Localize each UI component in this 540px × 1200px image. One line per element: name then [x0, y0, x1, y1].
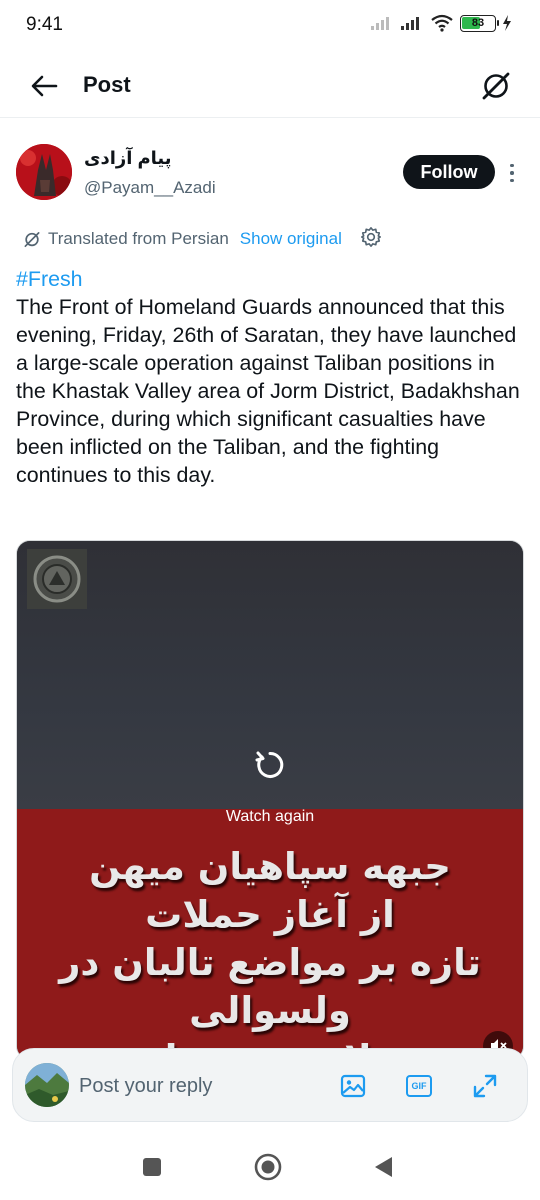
- gif-icon: GIF: [406, 1075, 432, 1097]
- translate-icon: [24, 232, 40, 248]
- status-icons: 83: [370, 14, 512, 32]
- top-app-bar: Post: [0, 52, 540, 118]
- add-gif-button[interactable]: GIF: [405, 1072, 433, 1100]
- grok-button[interactable]: [478, 67, 514, 103]
- recents-button[interactable]: [137, 1152, 167, 1182]
- expand-icon: [473, 1074, 497, 1098]
- display-name[interactable]: پیام آزادی: [84, 148, 172, 169]
- video-caption-line: جبهه سپاهیان میهن: [89, 845, 451, 888]
- home-circle-icon: [254, 1153, 282, 1181]
- signal-icon: [401, 17, 419, 30]
- video-logo: [27, 549, 87, 609]
- add-image-button[interactable]: [339, 1072, 367, 1100]
- reply-input[interactable]: [79, 1075, 309, 1098]
- more-vertical-icon: [510, 163, 514, 168]
- replay-button[interactable]: [253, 748, 287, 782]
- post-body-text: The Front of Homeland Guards announced t…: [16, 295, 520, 487]
- back-triangle-icon: [375, 1157, 392, 1177]
- show-original-link[interactable]: Show original: [240, 229, 342, 249]
- post-author: پیام آزادی @Payam__Azadi Follow: [0, 128, 540, 218]
- grok-icon: [482, 72, 510, 100]
- video-caption-line: از آغاز حملات: [145, 893, 395, 936]
- status-bar: 9:41 83: [0, 0, 540, 52]
- translation-row: Translated from Persian Show original: [22, 226, 382, 252]
- hashtag-link[interactable]: #Fresh: [16, 265, 524, 293]
- watch-again-label[interactable]: Watch again: [17, 808, 523, 826]
- reply-composer: GIF: [12, 1048, 528, 1122]
- avatar-image: [16, 144, 72, 200]
- video-caption-overlay: جبهه سپاهیان میهن از آغاز حملات تازه بر …: [17, 843, 523, 1059]
- signal-icon: [371, 17, 389, 30]
- follow-button[interactable]: Follow: [403, 155, 495, 189]
- charging-icon: [503, 15, 511, 31]
- image-icon: [340, 1074, 366, 1098]
- home-button[interactable]: [253, 1152, 283, 1182]
- back-button[interactable]: [26, 68, 62, 104]
- avatar[interactable]: [25, 1063, 69, 1107]
- more-options-button[interactable]: [502, 158, 522, 188]
- recents-square-icon: [143, 1158, 161, 1176]
- arrow-left-icon: [31, 75, 58, 97]
- replay-icon: [255, 751, 284, 778]
- battery-level: 83: [471, 17, 485, 29]
- avatar[interactable]: [16, 144, 72, 200]
- translated-label: Translated from Persian: [48, 229, 229, 248]
- user-handle[interactable]: @Payam__Azadi: [84, 178, 216, 198]
- system-back-button[interactable]: [369, 1152, 399, 1182]
- translation-settings-button[interactable]: [360, 226, 382, 253]
- post-text: #Fresh The Front of Homeland Guards anno…: [16, 265, 524, 489]
- wifi-icon: [431, 14, 453, 32]
- status-time: 9:41: [26, 14, 63, 35]
- battery-icon: 83: [460, 14, 499, 32]
- gear-icon: [360, 226, 381, 247]
- video-caption-line: تازه بر مواضع تالبان در ولسوالی: [59, 941, 481, 1032]
- emblem-icon: [33, 555, 81, 603]
- page-title: Post: [83, 72, 131, 97]
- video-player[interactable]: Watch again جبهه سپاهیان میهن از آغاز حم…: [16, 540, 524, 1060]
- system-nav-bar: [0, 1130, 540, 1200]
- expand-composer-button[interactable]: [471, 1072, 499, 1100]
- user-avatar-image: [25, 1063, 69, 1107]
